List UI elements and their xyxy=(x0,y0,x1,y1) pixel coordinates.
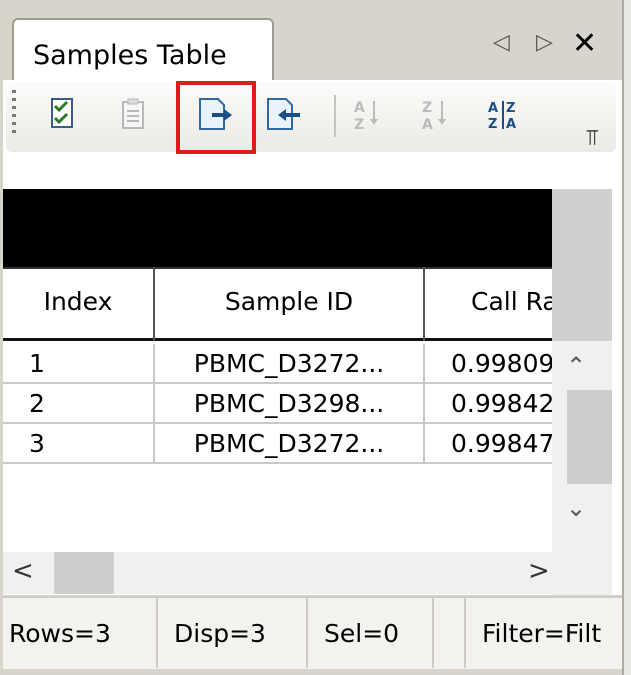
column-header-call-rate[interactable]: Call Rate xyxy=(425,267,552,341)
cell-call-rate: 0.99809 xyxy=(451,349,552,378)
tab-next-icon[interactable]: ▷ xyxy=(536,30,553,55)
status-selected: Sel=0 xyxy=(308,598,434,668)
cell-call-rate: 0.99847 xyxy=(451,429,552,458)
tab-label: Samples Table xyxy=(33,40,227,71)
scroll-right-icon[interactable]: > xyxy=(528,556,550,586)
cell-index: 3 xyxy=(3,424,155,464)
export-highlight-box xyxy=(176,81,256,154)
svg-text:A: A xyxy=(422,117,433,133)
svg-text:A: A xyxy=(506,117,516,132)
svg-text:Z: Z xyxy=(488,117,497,132)
vertical-scrollbar-header-filler xyxy=(552,189,612,341)
tab-prev-icon[interactable]: ◁ xyxy=(493,30,510,55)
svg-text:Z: Z xyxy=(354,117,364,133)
toolbar-grip[interactable] xyxy=(12,90,16,138)
window-right-border xyxy=(622,0,631,675)
sort-descending-button[interactable]: Z A xyxy=(414,93,458,137)
cell-index: 1 xyxy=(3,344,155,384)
sort-ascending-button[interactable]: A Z xyxy=(346,93,390,137)
custom-sort-icon: A Z Z A xyxy=(488,101,516,132)
svg-text:A: A xyxy=(488,101,498,116)
cell-sample-id: PBMC_D3272... xyxy=(155,344,425,384)
column-header-index[interactable]: Index xyxy=(3,267,155,341)
svg-text:Z: Z xyxy=(506,101,515,116)
sort-descending-icon: Z A xyxy=(422,100,446,133)
check-list-button[interactable] xyxy=(42,93,86,137)
toolbar-overflow-icon[interactable]: ⫪ xyxy=(586,126,598,151)
cell-sample-id: PBMC_D3272... xyxy=(155,424,425,464)
table-top-band xyxy=(3,189,552,267)
status-spacer xyxy=(434,598,466,668)
scroll-down-icon[interactable]: ⌄ xyxy=(566,494,586,522)
clipboard-list-icon xyxy=(122,98,144,129)
sort-ascending-icon: A Z xyxy=(354,100,378,133)
scrollbar-corner xyxy=(552,549,612,595)
close-icon[interactable]: ✕ xyxy=(572,26,597,61)
scroll-up-icon[interactable]: ⌃ xyxy=(566,352,586,380)
status-filter: Filter=Filt xyxy=(482,619,602,648)
svg-text:Z: Z xyxy=(422,100,432,116)
vertical-scroll-thumb[interactable] xyxy=(567,390,612,484)
status-displayed: Disp=3 xyxy=(158,598,308,668)
horizontal-scroll-thumb[interactable] xyxy=(54,552,114,594)
status-rows: Rows=3 xyxy=(3,598,158,668)
scroll-left-icon[interactable]: < xyxy=(12,556,34,586)
column-header-sample-id[interactable]: Sample ID xyxy=(155,267,425,341)
cell-call-rate: 0.99842 xyxy=(451,389,552,418)
import-icon xyxy=(267,98,300,130)
svg-text:A: A xyxy=(354,100,365,116)
import-button[interactable] xyxy=(262,93,306,137)
clipboard-list-button[interactable] xyxy=(112,93,156,137)
cell-index: 2 xyxy=(3,384,155,424)
toolbar-separator xyxy=(334,95,336,137)
cell-sample-id: PBMC_D3298... xyxy=(155,384,425,424)
check-list-icon xyxy=(51,98,73,128)
custom-sort-button[interactable]: A Z Z A xyxy=(482,93,526,137)
